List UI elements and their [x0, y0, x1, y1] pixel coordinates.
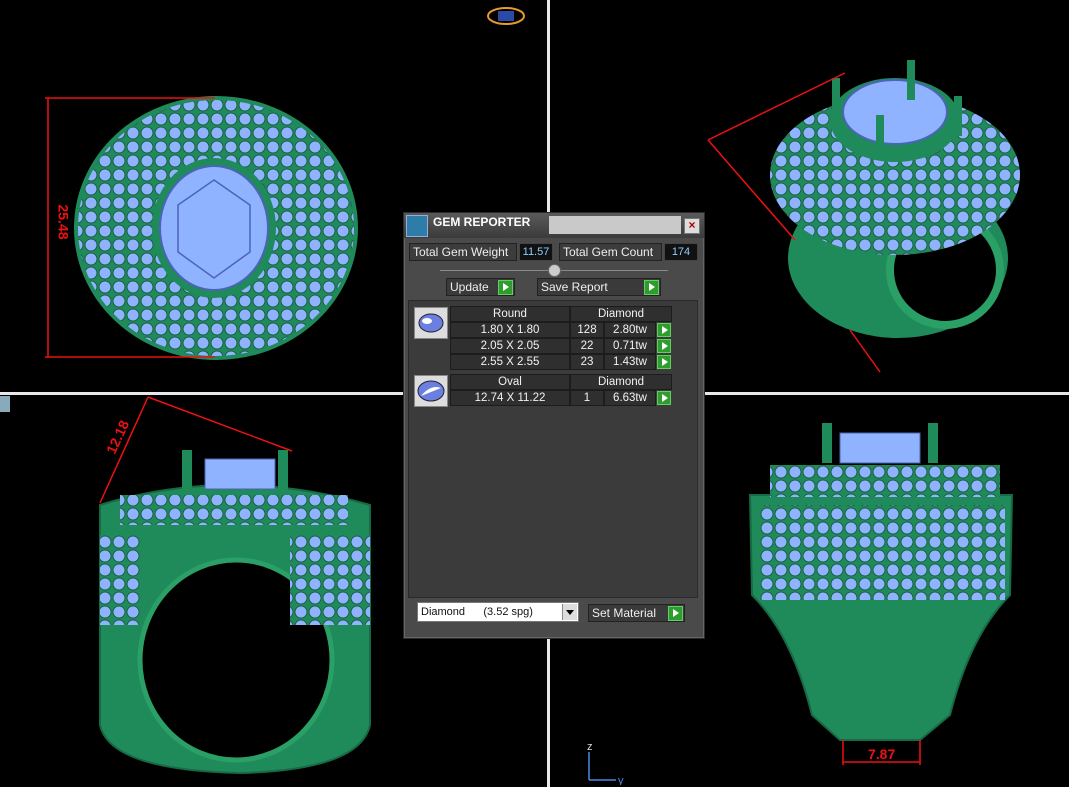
gem-weight-cell: 0.71tw — [604, 338, 656, 354]
gem-reporter-icon — [406, 215, 428, 237]
save-report-button-label: Save Report — [541, 280, 608, 294]
axis-y-label: y — [618, 775, 624, 785]
total-gem-weight-label: Total Gem Weight — [409, 243, 517, 261]
play-arrow-icon — [498, 280, 513, 295]
gem-count-cell: 1 — [570, 390, 604, 406]
save-report-button[interactable]: Save Report — [537, 278, 661, 296]
group-material-header: Diamond — [570, 374, 672, 390]
gem-count-cell: 23 — [570, 354, 604, 370]
group-shape-header: Oval — [450, 374, 570, 390]
gem-size-cell: 1.80 X 1.80 — [450, 322, 570, 338]
panel-title: GEM REPORTER — [433, 215, 531, 229]
total-gem-weight-value: 11.57 — [519, 243, 553, 261]
select-row-arrow-icon[interactable] — [657, 339, 671, 353]
axis-z-label: z — [587, 741, 593, 753]
gem-list: Round Diamond 1.80 X 1.80 128 2.80tw 2.0… — [408, 300, 698, 598]
select-row-arrow-icon[interactable] — [657, 391, 671, 405]
select-row-arrow-icon[interactable] — [657, 355, 671, 369]
group-shape-header: Round — [450, 306, 570, 322]
material-select-value: Diamond (3.52 spg) — [421, 606, 533, 618]
round-gem-thumbnail-icon — [414, 307, 448, 339]
dimension-label: 25.48 — [55, 204, 72, 240]
collapse-toggle-icon[interactable] — [548, 264, 561, 277]
play-arrow-icon — [668, 606, 683, 621]
play-arrow-icon — [644, 280, 659, 295]
select-row-arrow-icon[interactable] — [657, 323, 671, 337]
set-material-button-label: Set Material — [592, 606, 657, 620]
close-icon[interactable]: × — [684, 218, 700, 234]
total-gem-count-value: 174 — [664, 243, 698, 261]
material-select[interactable]: Diamond (3.52 spg) — [417, 602, 579, 622]
gem-count-cell: 128 — [570, 322, 604, 338]
chevron-down-icon — [562, 604, 577, 620]
gem-weight-cell: 2.80tw — [604, 322, 656, 338]
gem-size-cell: 12.74 X 11.22 — [450, 390, 570, 406]
set-material-button[interactable]: Set Material — [588, 604, 685, 622]
view-cube-icon[interactable] — [486, 5, 526, 27]
oval-gem-thumbnail-icon — [414, 375, 448, 407]
gem-weight-cell: 6.63tw — [604, 390, 656, 406]
gem-size-cell: 2.05 X 2.05 — [450, 338, 570, 354]
gem-count-cell: 22 — [570, 338, 604, 354]
gem-weight-cell: 1.43tw — [604, 354, 656, 370]
update-button-label: Update — [450, 280, 489, 294]
total-gem-count-label: Total Gem Count — [559, 243, 662, 261]
panel-titlebar[interactable]: GEM REPORTER × — [404, 213, 704, 238]
update-button[interactable]: Update — [446, 278, 515, 296]
group-material-header: Diamond — [570, 306, 672, 322]
axis-indicator: z y — [587, 741, 624, 785]
dimension-label: 7.87 — [868, 746, 896, 762]
titlebar-strip — [549, 216, 681, 234]
viewport-menu-toggle[interactable] — [0, 396, 10, 412]
gem-size-cell: 2.55 X 2.55 — [450, 354, 570, 370]
gem-reporter-panel: GEM REPORTER × Total Gem Weight 11.57 To… — [403, 212, 705, 639]
